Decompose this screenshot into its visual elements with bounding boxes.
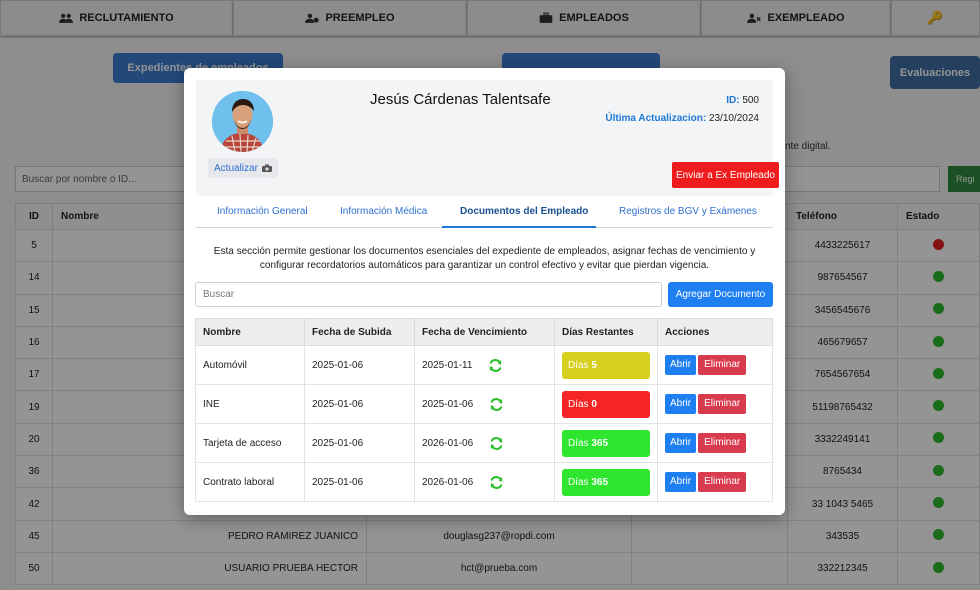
- days-label: Días: [568, 359, 589, 371]
- days-remaining-badge: Días 0: [562, 390, 650, 418]
- cell-fecha-vencimiento: 2025-01-11: [414, 345, 555, 385]
- cell-nombre: Automóvil: [195, 345, 305, 385]
- delete-document-button[interactable]: Eliminar: [698, 472, 747, 492]
- cell-acciones: Abrir Eliminar: [657, 345, 773, 385]
- delete-document-button[interactable]: Eliminar: [698, 394, 747, 414]
- cell-acciones: Abrir Eliminar: [657, 423, 773, 463]
- cell-fecha-subida: 2025-01-06: [304, 384, 415, 424]
- cell-fecha-vencimiento: 2025-01-06: [414, 384, 555, 424]
- days-value: 0: [591, 398, 597, 410]
- cell-dias-restantes: Días 365: [554, 423, 658, 463]
- expiration-date: 2026-01-06: [422, 437, 474, 449]
- days-remaining-badge: Días 5: [562, 351, 650, 379]
- renew-icon[interactable]: [489, 397, 504, 412]
- open-document-button[interactable]: Abrir: [665, 433, 697, 453]
- cell-fecha-subida: 2025-01-06: [304, 462, 415, 502]
- days-label: Días: [568, 398, 589, 410]
- section-description: Esta sección permite gestionar los docum…: [213, 246, 756, 271]
- days-value: 5: [591, 359, 597, 371]
- col-fecha-vencimiento: Fecha de Vencimiento: [414, 318, 555, 346]
- updated-value: 23/10/2024: [708, 113, 759, 124]
- expiration-date: 2025-01-11: [422, 359, 473, 371]
- cell-nombre: INE: [195, 384, 305, 424]
- modal-tabs: Información General Información Médica D…: [196, 200, 773, 228]
- employee-name: Jesús Cárdenas Talentsafe: [370, 91, 551, 108]
- expiration-date: 2025-01-06: [422, 398, 474, 410]
- document-row: Contrato laboral 2025-01-06 2026-01-06 Días…: [195, 462, 773, 502]
- delete-document-button[interactable]: Eliminar: [698, 433, 747, 453]
- cell-dias-restantes: Días 5: [554, 345, 658, 385]
- tab-registros-bgv[interactable]: Registros de BGV y Exámenes: [619, 206, 757, 217]
- employee-id: ID: 500: [726, 95, 759, 106]
- days-value: 365: [591, 437, 609, 449]
- document-row: INE 2025-01-06 2025-01-06 Días 0 Abrir Elimin…: [195, 384, 773, 424]
- cell-fecha-subida: 2025-01-06: [304, 345, 415, 385]
- employee-modal: Actualizar Jesús Cárdenas Talentsafe ID:…: [184, 68, 785, 515]
- employee-photo: [212, 91, 273, 152]
- camera-icon: [261, 164, 272, 172]
- open-document-button[interactable]: Abrir: [665, 355, 697, 375]
- tab-informacion-medica[interactable]: Información Médica: [340, 206, 427, 217]
- active-tab-indicator: [442, 226, 596, 228]
- col-acciones: Acciones: [657, 318, 773, 346]
- document-search-input[interactable]: Buscar: [195, 282, 662, 307]
- cell-fecha-vencimiento: 2026-01-06: [414, 462, 555, 502]
- cell-nombre: Contrato laboral: [195, 462, 305, 502]
- days-label: Días: [568, 437, 589, 449]
- id-label: ID:: [726, 95, 740, 106]
- last-updated: Última Actualizacion: 23/10/2024: [605, 113, 759, 124]
- document-row: Automóvil 2025-01-06 2025-01-11 Días 5 Abrir…: [195, 345, 773, 385]
- document-row: Tarjeta de acceso 2025-01-06 2026-01-06 Día…: [195, 423, 773, 463]
- cell-fecha-subida: 2025-01-06: [304, 423, 415, 463]
- renew-icon[interactable]: [489, 436, 504, 451]
- updated-label: Última Actualizacion:: [605, 113, 707, 124]
- tab-informacion-general[interactable]: Información General: [217, 206, 308, 217]
- cell-fecha-vencimiento: 2026-01-06: [414, 423, 555, 463]
- days-label: Días: [568, 476, 589, 488]
- cell-dias-restantes: Días 0: [554, 384, 658, 424]
- cell-nombre: Tarjeta de acceso: [195, 423, 305, 463]
- avatar: [212, 91, 273, 152]
- employee-header: Actualizar Jesús Cárdenas Talentsafe ID:…: [196, 80, 779, 196]
- cell-acciones: Abrir Eliminar: [657, 462, 773, 502]
- renew-icon[interactable]: [489, 475, 504, 490]
- open-document-button[interactable]: Abrir: [665, 472, 697, 492]
- renew-icon[interactable]: [488, 358, 503, 373]
- cell-dias-restantes: Días 365: [554, 462, 658, 502]
- id-value: 500: [742, 95, 759, 106]
- delete-document-button[interactable]: Eliminar: [698, 355, 747, 375]
- update-photo-label: Actualizar: [214, 162, 258, 174]
- open-document-button[interactable]: Abrir: [665, 394, 697, 414]
- add-document-button[interactable]: Agregar Documento: [668, 282, 773, 307]
- col-dias-restantes: Días Restantes: [554, 318, 658, 346]
- col-fecha-subida: Fecha de Subida: [304, 318, 415, 346]
- send-to-ex-employee-button[interactable]: Enviar a Ex Empleado: [672, 162, 779, 188]
- expiration-date: 2026-01-06: [422, 476, 474, 488]
- days-remaining-badge: Días 365: [562, 429, 650, 457]
- tab-documentos-empleado[interactable]: Documentos del Empleado: [460, 206, 588, 217]
- days-value: 365: [591, 476, 609, 488]
- col-nombre: Nombre: [195, 318, 305, 346]
- documents-table: Nombre Fecha de Subida Fecha de Vencimie…: [195, 318, 773, 502]
- cell-acciones: Abrir Eliminar: [657, 384, 773, 424]
- update-photo-button[interactable]: Actualizar: [208, 158, 278, 178]
- days-remaining-badge: Días 365: [562, 468, 650, 496]
